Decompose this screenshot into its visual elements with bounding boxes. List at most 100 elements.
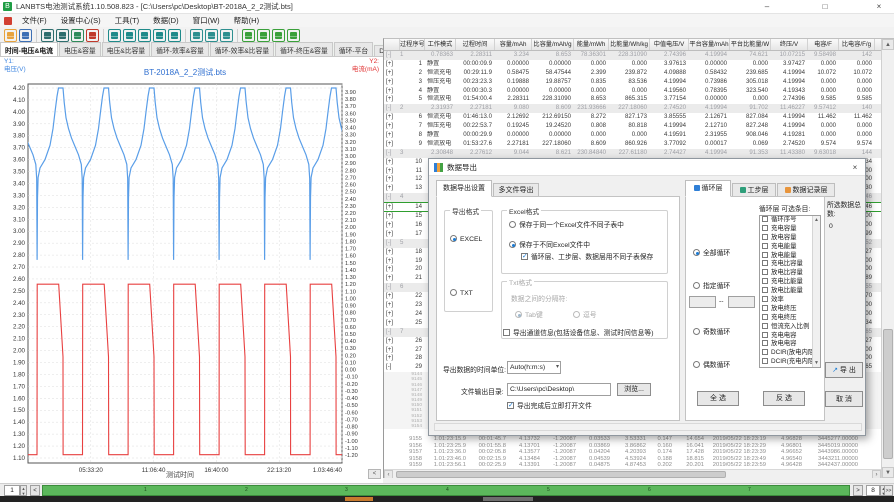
expander-icon[interactable]: [+] — [384, 184, 400, 193]
cancel-button[interactable]: 取 消 — [825, 391, 863, 407]
menu-item-0[interactable]: 文件(F) — [15, 16, 54, 25]
expander-icon[interactable]: [+] — [384, 69, 400, 78]
column-header-5[interactable]: 比容量/mAh/g — [532, 39, 574, 50]
cycle-items-list[interactable]: 循环序号充电容量放电容量充电能量放电能量充电比容量放电比容量充电比能量放电比能量… — [759, 215, 821, 368]
tab-export-settings[interactable]: 数据导出设置 — [436, 180, 492, 197]
view-tab-3[interactable]: 循环-效率&容量 — [151, 42, 209, 56]
expander-icon[interactable]: [+] — [384, 122, 400, 131]
left-spinner-arrows-icon[interactable]: ▲▼ — [20, 485, 27, 496]
select-all-button[interactable]: 全 选 — [697, 391, 739, 406]
cycle-summary-row[interactable]: [-]32.308482.276129.0448.621230.84840227… — [384, 149, 881, 158]
voltage-current-chart[interactable]: BT-2018A_2_2测试.bts4.204.104.003.903.803.… — [0, 57, 383, 486]
cycle-range-end-input[interactable] — [728, 296, 755, 308]
hscroll-right-arrow-icon[interactable]: › — [872, 470, 881, 478]
list-scroll-down-icon[interactable]: ▼ — [813, 359, 820, 367]
dialog-scrollbar[interactable] — [434, 423, 862, 431]
cycle-item-checkbox-16[interactable]: DCIR(充电内阻) — [760, 358, 820, 367]
expander-icon[interactable]: [+] — [384, 158, 400, 167]
expander-icon[interactable]: [-] — [384, 51, 400, 60]
cycle-item-checkbox-8[interactable]: 放电比能量 — [760, 287, 820, 296]
layout-mixed-icon[interactable] — [205, 29, 218, 42]
tab-step-layer[interactable]: 工步层 — [732, 183, 776, 197]
browse-button[interactable]: 浏览... — [617, 383, 651, 396]
radio-tab-key[interactable]: Tab键 — [515, 311, 543, 320]
column-header-3[interactable]: 过程时间 — [456, 39, 495, 50]
delete-icon[interactable] — [86, 29, 99, 42]
cycle-item-checkbox-15[interactable]: DCIR(放电内阻) — [760, 349, 820, 358]
maximize-button[interactable]: □ — [810, 0, 840, 13]
check-layers-separate-sheets[interactable]: 循环层、工步层、数据层用不同子表保存 — [521, 253, 653, 262]
radio-all-cycles[interactable]: 全部循环 — [693, 249, 730, 258]
prev-page-button[interactable]: < — [30, 485, 40, 496]
column-header-1[interactable]: 过程序号 — [400, 39, 425, 50]
expander-icon[interactable]: [-] — [384, 283, 400, 292]
expander-icon[interactable]: [+] — [384, 87, 400, 96]
save-icon[interactable] — [19, 29, 32, 42]
process-row[interactable]: [+]6恒流充电01:46:13.02.12692212.691508.2728… — [384, 113, 881, 122]
view-tab-5[interactable]: 循环-终压&容量 — [275, 42, 333, 56]
chart-scroll-left-button[interactable]: < — [368, 469, 381, 479]
cycle-item-checkbox-9[interactable]: 效率 — [760, 296, 820, 305]
zoom-window-icon[interactable] — [153, 29, 166, 42]
view-tab-2[interactable]: 电压&比容量 — [102, 42, 151, 56]
tab-multi-file-export[interactable]: 多文件导出 — [493, 183, 539, 197]
time-unit-select[interactable]: Auto(h:m:s) — [507, 361, 561, 374]
expander-icon[interactable]: [+] — [384, 346, 400, 355]
column-header-9[interactable]: 平台容量/mAh — [689, 39, 730, 50]
radio-specified-cycles[interactable]: 指定循环 — [693, 282, 730, 291]
hscroll-thumb[interactable] — [396, 471, 726, 478]
expander-icon[interactable]: [+] — [384, 140, 400, 149]
expander-icon[interactable]: [+] — [384, 175, 400, 184]
output-dir-input[interactable]: C:\Users\pc\Desktop\ — [507, 383, 611, 396]
tab-cycle-layer[interactable]: 循环层 — [685, 180, 731, 197]
next-page-button[interactable]: > — [853, 485, 863, 496]
zoom-xy-icon[interactable] — [123, 29, 136, 42]
radio-odd-cycles[interactable]: 奇数循环 — [693, 328, 730, 337]
left-page-spinner[interactable]: 1 — [4, 485, 20, 496]
view-tab-1[interactable]: 电压&容量 — [59, 42, 101, 56]
column-header-6[interactable]: 能量/mWh — [574, 39, 609, 50]
zoom-y-icon[interactable] — [108, 29, 121, 42]
vscroll-thumb[interactable] — [883, 329, 893, 459]
cycle-item-checkbox-6[interactable]: 放电比容量 — [760, 269, 820, 278]
expander-icon[interactable]: [-] — [384, 328, 400, 337]
column-header-7[interactable]: 比能量/Wh/kg — [609, 39, 650, 50]
layout-horizontal-icon[interactable] — [220, 29, 233, 42]
process-row[interactable]: [+]2恒流充电00:29:11.90.5847558.475442.39923… — [384, 69, 881, 78]
expander-icon[interactable]: [+] — [384, 221, 400, 230]
view-tab-4[interactable]: 循环-效率&比容量 — [210, 42, 274, 56]
check-open-after-export[interactable]: 导出完成后立即打开文件 — [507, 402, 592, 411]
view-list2-icon[interactable] — [257, 29, 270, 42]
expander-icon[interactable]: [+] — [384, 131, 400, 140]
cycle-item-checkbox-0[interactable]: 循环序号 — [760, 216, 820, 225]
expander-icon[interactable]: [+] — [384, 319, 400, 328]
cycle-item-checkbox-3[interactable]: 充电能量 — [760, 243, 820, 252]
open-file-icon[interactable] — [4, 29, 17, 42]
radio-even-cycles[interactable]: 偶数循环 — [693, 361, 730, 370]
check-export-channel-info[interactable]: 导出通道信息(包括设备信息、测试时间信息等) — [503, 329, 653, 338]
expander-icon[interactable]: [+] — [384, 248, 400, 257]
radio-excel[interactable]: EXCEL — [450, 235, 482, 244]
menu-item-2[interactable]: 工具(T) — [108, 16, 147, 25]
expander-icon[interactable]: [+] — [384, 230, 400, 239]
invert-selection-button[interactable]: 反 选 — [763, 391, 805, 406]
cycle-item-checkbox-12[interactable]: 恒流充入比例 — [760, 323, 820, 332]
cycle-range-start-input[interactable] — [689, 296, 716, 308]
layout-vertical-icon[interactable] — [190, 29, 203, 42]
paste-icon[interactable] — [56, 29, 69, 42]
list-scrollbar[interactable]: ▲ ▼ — [812, 216, 820, 367]
cycle-item-checkbox-2[interactable]: 放电容量 — [760, 234, 820, 243]
record-row[interactable]: 91561.01:23:25.900:01:55.84.13701-1.2008… — [384, 443, 881, 450]
zoom-fit-icon[interactable] — [168, 29, 181, 42]
column-header-13[interactable]: 比电容/F/g — [839, 39, 875, 50]
expander-icon[interactable]: [+] — [384, 310, 400, 319]
cycle-summary-row[interactable]: [-]10.783632.283113.2348.65378.36301228.… — [384, 51, 881, 60]
expander-icon[interactable]: [+] — [384, 60, 400, 69]
expander-icon[interactable]: [+] — [384, 257, 400, 266]
expander-icon[interactable]: [+] — [384, 203, 400, 211]
expander-icon[interactable]: [+] — [384, 301, 400, 310]
column-header-10[interactable]: 平台比能量/W — [730, 39, 771, 50]
expander-icon[interactable]: [-] — [384, 193, 400, 202]
record-row[interactable]: 91581.01:23:46.000:02:15.94.13484-1.2008… — [384, 456, 881, 463]
menu-item-4[interactable]: 窗口(W) — [186, 16, 227, 25]
